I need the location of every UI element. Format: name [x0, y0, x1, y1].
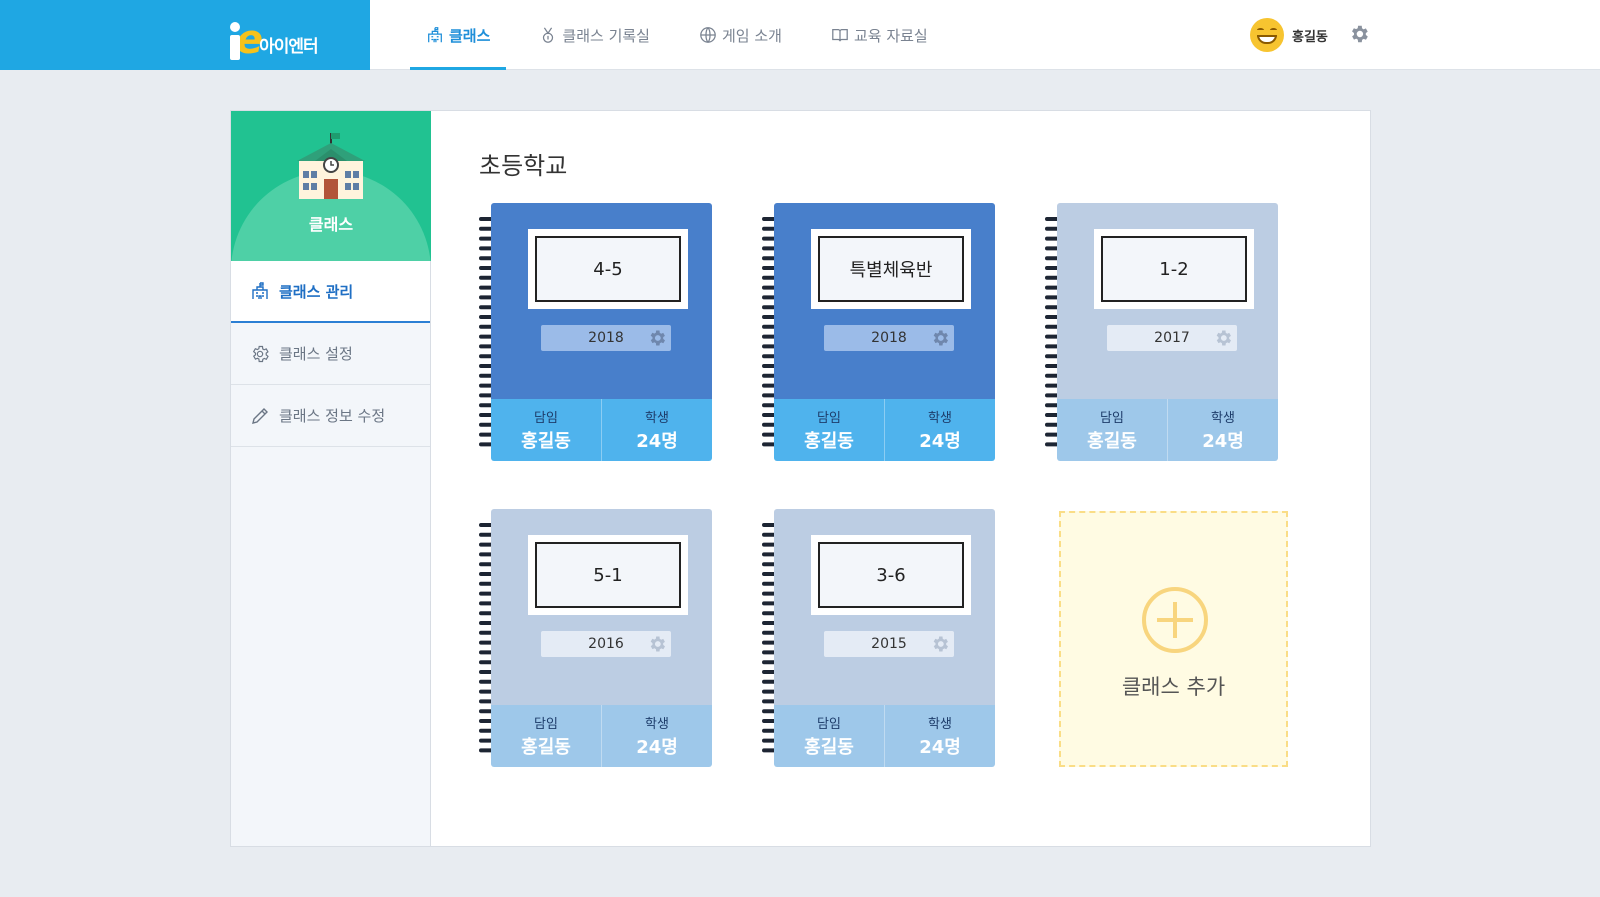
sidebar: 클래스 클래스 관리 클래스 설정 클래스 정보 수정: [231, 111, 431, 846]
nav-tab-education-materials[interactable]: 교육 자료실: [815, 0, 944, 70]
class-year-label: 2017: [1154, 330, 1190, 346]
class-year[interactable]: 2018: [541, 325, 671, 351]
sidebar-item-class-management[interactable]: 클래스 관리: [231, 261, 430, 323]
class-year[interactable]: 2018: [824, 325, 954, 351]
gear-icon[interactable]: [930, 634, 950, 654]
students-label: 학생: [1211, 411, 1235, 426]
gear-icon: [252, 345, 269, 362]
gear-icon[interactable]: [930, 328, 950, 348]
medal-icon: [543, 27, 554, 43]
students-label: 학생: [645, 717, 669, 732]
student-count: 24명: [1202, 431, 1244, 452]
user-name: 홍길동: [1292, 29, 1328, 45]
sidebar-item-label: 클래스 관리: [279, 282, 354, 301]
teacher-name: 홍길동: [521, 431, 571, 452]
student-count: 24명: [636, 737, 678, 758]
pencil-icon: [252, 407, 268, 424]
teacher-label: 담임: [534, 717, 558, 732]
teacher-name: 홍길동: [804, 737, 854, 758]
gear-icon[interactable]: [647, 634, 667, 654]
plus-circle-icon: [1142, 587, 1208, 653]
class-year-label: 2018: [871, 330, 907, 346]
top-navigation-bar: e 아이엔터 클래스 클래스 기록실 게임 소개 교육 자료실 홍길동: [0, 0, 1600, 70]
class-name: 3-6: [818, 542, 964, 608]
main-panel: 클래스 클래스 관리 클래스 설정 클래스 정보 수정 초등학교 4-5 201…: [230, 110, 1371, 847]
book-icon: [832, 28, 848, 42]
nav-tab-class-records[interactable]: 클래스 기록실: [523, 0, 666, 70]
sidebar-item-edit-class-info[interactable]: 클래스 정보 수정: [231, 385, 430, 447]
class-name: 4-5: [535, 236, 681, 302]
main-nav: 클래스 클래스 기록실 게임 소개 교육 자료실: [410, 0, 961, 70]
class-year-label: 2015: [871, 636, 907, 652]
students-label: 학생: [928, 717, 952, 732]
teacher-name: 홍길동: [1087, 431, 1137, 452]
students-label: 학생: [928, 411, 952, 426]
add-class-label: 클래스 추가: [1121, 675, 1226, 699]
teacher-name: 홍길동: [804, 431, 854, 452]
class-card[interactable]: 5-1 2016 담임홍길동 학생 24명: [479, 509, 712, 767]
nav-tab-label: 클래스 기록실: [562, 26, 650, 45]
nav-tab-class[interactable]: 클래스: [410, 0, 507, 70]
teacher-label: 담임: [817, 717, 841, 732]
student-count: 24명: [636, 431, 678, 452]
sidebar-header: 클래스: [231, 111, 431, 261]
class-name: 1-2: [1101, 236, 1247, 302]
gear-icon[interactable]: [1213, 328, 1233, 348]
gear-icon[interactable]: [1348, 23, 1370, 45]
gear-icon[interactable]: [647, 328, 667, 348]
student-count: 24명: [919, 737, 961, 758]
class-icon: [252, 282, 268, 299]
school-building-icon: [297, 133, 365, 199]
smiley-avatar[interactable]: [1250, 18, 1284, 52]
teacher-label: 담임: [534, 411, 558, 426]
logo-text: 아이엔터: [259, 37, 319, 57]
teacher-label: 담임: [817, 411, 841, 426]
sidebar-item-label: 클래스 정보 수정: [279, 407, 386, 425]
logo-i-mark: [228, 22, 242, 60]
class-name: 특별체육반: [818, 236, 964, 302]
class-year-label: 2018: [588, 330, 624, 346]
teacher-label: 담임: [1100, 411, 1124, 426]
class-year-label: 2016: [588, 636, 624, 652]
nav-tab-game-intro[interactable]: 게임 소개: [683, 0, 798, 70]
sidebar-header-label: 클래스: [308, 215, 354, 234]
logo[interactable]: e 아이엔터: [228, 10, 319, 60]
class-year[interactable]: 2017: [1107, 325, 1237, 351]
sidebar-item-class-settings[interactable]: 클래스 설정: [231, 323, 430, 385]
class-year[interactable]: 2015: [824, 631, 954, 657]
teacher-name: 홍길동: [521, 737, 571, 758]
nav-tab-label: 교육 자료실: [853, 26, 928, 45]
class-card[interactable]: 1-2 2017 담임홍길동 학생 24명: [1045, 203, 1278, 461]
class-icon: [428, 27, 442, 43]
sidebar-item-label: 클래스 설정: [279, 345, 353, 363]
globe-icon: [700, 27, 716, 43]
logo-area[interactable]: e 아이엔터: [0, 0, 370, 70]
student-count: 24명: [919, 431, 961, 452]
nav-tab-label: 클래스: [449, 26, 491, 45]
page-title: 초등학교: [479, 152, 568, 180]
add-class-button[interactable]: 클래스 추가: [1059, 511, 1288, 767]
class-card[interactable]: 특별체육반 2018 담임홍길동 학생 24명: [762, 203, 995, 461]
nav-tab-label: 게임 소개: [721, 26, 782, 45]
user-profile[interactable]: 홍길동: [1250, 17, 1328, 53]
class-card[interactable]: 4-5 2018 담임홍길동 학생 24명: [479, 203, 712, 461]
students-label: 학생: [645, 411, 669, 426]
class-card[interactable]: 3-6 2015 담임홍길동 학생 24명: [762, 509, 995, 767]
class-year[interactable]: 2016: [541, 631, 671, 657]
class-name: 5-1: [535, 542, 681, 608]
